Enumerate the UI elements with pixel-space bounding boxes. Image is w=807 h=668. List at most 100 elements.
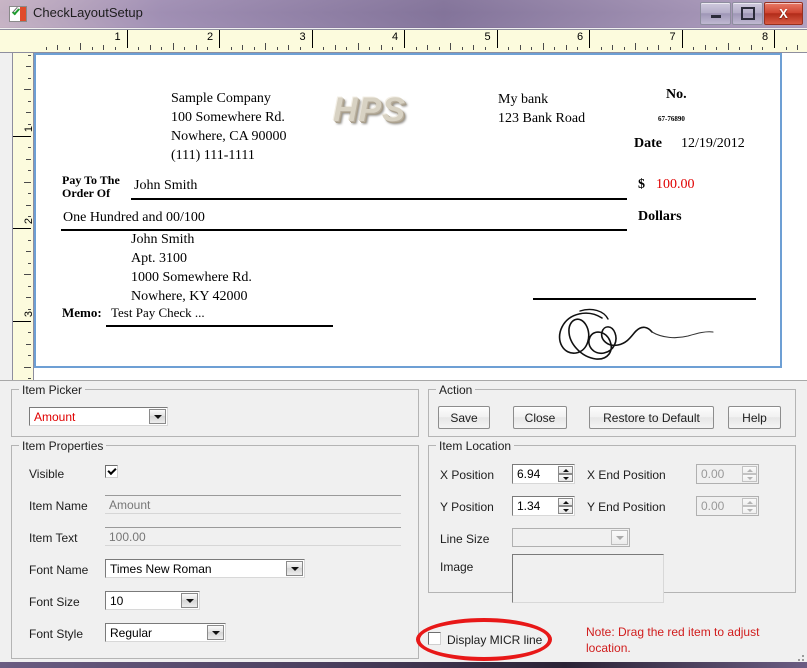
check-canvas[interactable]: Sample Company 100 Somewhere Rd. Nowhere…: [34, 53, 807, 380]
ruler-minor-tick: [196, 45, 197, 50]
ruler-minor-tick: [28, 101, 31, 102]
ruler-minor-tick: [80, 43, 81, 50]
ruler-minor-tick: [416, 47, 417, 50]
company-street[interactable]: 100 Somewhere Rd.: [171, 110, 285, 126]
order-of-label[interactable]: Order Of: [62, 186, 110, 201]
save-button[interactable]: Save: [438, 406, 490, 429]
x-end-position-spinner[interactable]: 0.00: [696, 464, 759, 484]
ruler-minor-tick: [288, 45, 289, 50]
close-button[interactable]: X: [764, 2, 803, 25]
ruler-major-tick: [774, 30, 775, 48]
close-icon: X: [779, 7, 788, 20]
y-end-position-stepper[interactable]: [742, 498, 757, 514]
restore-to-default-button[interactable]: Restore to Default: [589, 406, 714, 429]
check-number-label[interactable]: No.: [666, 87, 687, 103]
x-end-position-value: 0.00: [701, 467, 724, 481]
image-preview-box[interactable]: [512, 554, 664, 603]
x-end-position-stepper[interactable]: [742, 466, 757, 482]
chevron-down-icon[interactable]: [149, 409, 166, 424]
date-value[interactable]: 12/19/2012: [681, 136, 745, 152]
ruler-minor-tick: [612, 45, 613, 50]
company-phone[interactable]: (111) 111-1111: [171, 148, 255, 164]
font-name-combo[interactable]: Times New Roman: [105, 559, 305, 578]
item-name-field[interactable]: Amount: [105, 495, 401, 514]
dollars-label[interactable]: Dollars: [638, 209, 682, 225]
item-text-label: Item Text: [29, 531, 77, 545]
ruler-minor-tick: [92, 47, 93, 50]
window-controls: X: [700, 2, 803, 25]
memo-value[interactable]: Test Pay Check ...: [111, 305, 205, 321]
visible-checkbox[interactable]: [105, 465, 118, 478]
ruler-label: 3: [300, 31, 306, 43]
ruler-label: 3: [23, 311, 34, 317]
signature-image[interactable]: [536, 305, 736, 365]
routing-number[interactable]: 67-76890: [658, 115, 685, 123]
check-preview[interactable]: Sample Company 100 Somewhere Rd. Nowhere…: [34, 53, 782, 368]
ruler-minor-tick: [24, 367, 31, 368]
x-position-stepper[interactable]: [558, 466, 573, 482]
chevron-down-icon[interactable]: [181, 593, 198, 608]
title-bar: CheckLayoutSetup X: [0, 0, 807, 28]
date-label[interactable]: Date: [634, 136, 662, 152]
font-size-combo[interactable]: 10: [105, 591, 200, 610]
check-layout-setup-window: CheckLayoutSetup X 12345678 123 Sample C…: [0, 0, 807, 668]
ruler-label: 2: [207, 31, 213, 43]
ruler-minor-tick: [427, 45, 428, 50]
ruler-minor-tick: [543, 43, 544, 50]
company-logo[interactable]: HPS: [333, 91, 406, 130]
ruler-minor-tick: [647, 47, 648, 50]
drag-hint-note: Note: Drag the red item to adjust locati…: [586, 624, 766, 656]
ruler-minor-tick: [658, 45, 659, 50]
y-position-stepper[interactable]: [558, 498, 573, 514]
ruler-minor-tick: [381, 45, 382, 50]
amount-words[interactable]: One Hundred and 00/100: [63, 210, 205, 226]
x-end-position-label: X End Position: [587, 468, 666, 482]
y-end-position-spinner[interactable]: 0.00: [696, 496, 759, 516]
company-city[interactable]: Nowhere, CA 90000: [171, 129, 287, 145]
y-position-value: 1.34: [517, 499, 540, 513]
ruler-minor-tick: [184, 47, 185, 50]
payee-address-line-2[interactable]: Apt. 3100: [131, 251, 187, 267]
memo-label[interactable]: Memo:: [62, 305, 102, 321]
minimize-button[interactable]: [700, 2, 731, 25]
display-micr-line-checkbox[interactable]: [428, 632, 441, 645]
payee-address-line-1[interactable]: John Smith: [131, 232, 194, 248]
close-action-button[interactable]: Close: [513, 406, 567, 429]
bank-street[interactable]: 123 Bank Road: [498, 111, 585, 127]
item-text-field[interactable]: 100.00: [105, 527, 401, 546]
ruler-minor-tick: [531, 47, 532, 50]
chevron-down-icon[interactable]: [286, 561, 303, 576]
amount-value[interactable]: 100.00: [656, 177, 695, 193]
ruler-minor-tick: [346, 47, 347, 50]
ruler-minor-tick: [138, 47, 139, 50]
help-button[interactable]: Help: [728, 406, 781, 429]
check-document-icon: [9, 6, 27, 22]
line-size-label: Line Size: [440, 532, 489, 546]
item-picker-combo[interactable]: Amount: [29, 407, 168, 426]
line-size-combo[interactable]: [512, 528, 630, 547]
payee-rule: [131, 198, 627, 200]
ruler-minor-tick: [26, 251, 31, 252]
ruler-label: 1: [115, 31, 121, 43]
payee-address-line-3[interactable]: 1000 Somewhere Rd.: [131, 270, 252, 286]
payee-name[interactable]: John Smith: [134, 178, 197, 194]
company-name[interactable]: Sample Company: [171, 91, 271, 107]
payee-address-line-4[interactable]: Nowhere, KY 42000: [131, 289, 248, 305]
font-style-combo[interactable]: Regular: [105, 623, 226, 642]
dollar-sign[interactable]: $: [638, 177, 645, 193]
y-position-spinner[interactable]: 1.34: [512, 496, 575, 516]
bank-name[interactable]: My bank: [498, 92, 548, 108]
ruler-minor-tick: [26, 297, 31, 298]
ruler-minor-tick: [28, 355, 31, 356]
x-position-spinner[interactable]: 6.94: [512, 464, 575, 484]
ruler-minor-tick: [693, 47, 694, 50]
font-size-label: Font Size: [29, 595, 80, 609]
ruler-minor-tick: [28, 78, 31, 79]
visible-label: Visible: [29, 467, 64, 481]
ruler-minor-tick: [369, 47, 370, 50]
ruler-major-tick: [127, 30, 128, 48]
ruler-minor-tick: [358, 43, 359, 50]
chevron-down-icon[interactable]: [611, 530, 628, 545]
chevron-down-icon[interactable]: [207, 625, 224, 640]
maximize-button[interactable]: [732, 2, 763, 25]
